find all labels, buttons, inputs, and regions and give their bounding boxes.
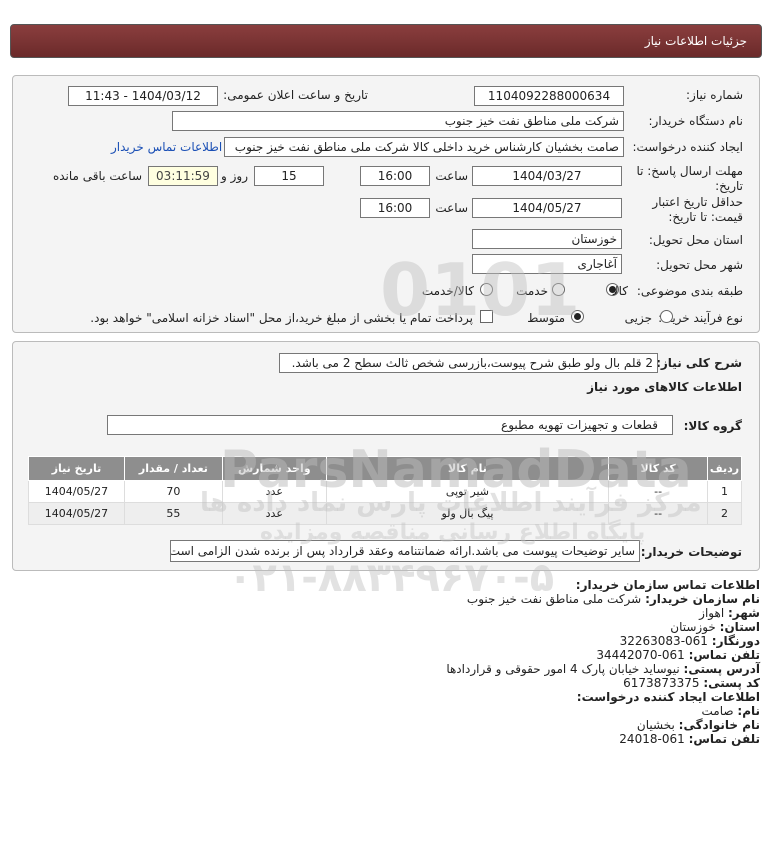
col-unit: واحد شمارش bbox=[221, 456, 327, 481]
category-option-goods: کالا bbox=[611, 284, 628, 298]
validity-date-field: 1404/05/27 bbox=[472, 198, 622, 218]
table-row: 2 -- پیگ بال ولو عدد 55 1404/05/27 bbox=[28, 502, 742, 525]
fax-row: دورنگار: 061-32263083 bbox=[619, 634, 760, 648]
col-qty: تعداد / مقدار bbox=[123, 456, 223, 481]
process-radio-minor[interactable] bbox=[660, 310, 673, 323]
cell-code: -- bbox=[608, 480, 709, 503]
cell-name: شیر توپی bbox=[325, 480, 610, 503]
deadline-label: مهلت ارسال پاسخ: تا تاریخ: bbox=[636, 164, 743, 193]
postal-row: کد پستی: 6173873375 bbox=[623, 676, 760, 690]
cell-row: 1 bbox=[707, 480, 742, 503]
process-radio-medium[interactable] bbox=[571, 310, 584, 323]
items-table-header: ردیف کد کالا نام کالا واحد شمارش تعداد /… bbox=[28, 456, 742, 481]
deadline-days-label: روز و bbox=[221, 169, 248, 183]
payment-treasury-checkbox[interactable] bbox=[480, 310, 493, 323]
cell-date: 1404/05/27 bbox=[28, 502, 125, 525]
cell-code: -- bbox=[608, 502, 709, 525]
cell-unit: عدد bbox=[221, 480, 327, 503]
category-radio-both[interactable] bbox=[480, 283, 493, 296]
address-row: آدرس پستی: نیوساید خیابان پارک 4 امور حق… bbox=[446, 662, 760, 676]
delivery-city-field: آغاجاری bbox=[472, 254, 622, 274]
creator-phone-row: تلفن تماس: 061-24018 bbox=[619, 732, 760, 746]
category-option-service: خدمت bbox=[516, 284, 548, 298]
deadline-time-label: ساعت bbox=[435, 169, 468, 183]
creator-label: ایجاد کننده درخواست: bbox=[632, 140, 743, 154]
goods-group-field: قطعات و تجهیزات تهویه مطبوع bbox=[107, 415, 673, 435]
items-table: ردیف کد کالا نام کالا واحد شمارش تعداد /… bbox=[28, 456, 742, 525]
creator-contact-heading: اطلاعات ایجاد کننده درخواست: bbox=[576, 690, 760, 704]
remaining-time-field: 03:11:59 bbox=[148, 166, 218, 186]
buyer-notes-field: سایر توضیحات پیوست می باشد.ارائه ضمانتنا… bbox=[170, 540, 640, 562]
phone-row: تلفن تماس: 061-34442070 bbox=[596, 648, 760, 662]
goods-info-title: اطلاعات کالاهای مورد نیاز bbox=[587, 380, 742, 394]
page-header: جزئیات اطلاعات نیاز bbox=[10, 24, 762, 58]
contact-section: اطلاعات تماس سازمان خریدار: نام سازمان خ… bbox=[20, 578, 760, 746]
announce-field: 1404/03/12 - 11:43 bbox=[68, 86, 218, 106]
cell-qty: 55 bbox=[123, 502, 223, 525]
col-date: تاریخ نیاز bbox=[28, 456, 125, 481]
org-contact-heading: اطلاعات تماس سازمان خریدار: bbox=[575, 578, 760, 592]
province-row: استان: خوزستان bbox=[670, 620, 760, 634]
announce-label: تاریخ و ساعت اعلان عمومی: bbox=[223, 88, 368, 102]
description-field: 2 قلم بال ولو طبق شرح پیوست،بازرسی شخص ث… bbox=[279, 353, 658, 373]
validity-time-label: ساعت bbox=[435, 201, 468, 215]
category-label: طبقه بندی موضوعی: bbox=[636, 284, 743, 298]
creator-field: صامت بخشیان کارشناس خرید داخلی کالا شرکت… bbox=[224, 137, 624, 157]
col-row: ردیف bbox=[707, 456, 742, 481]
cell-name: پیگ بال ولو bbox=[325, 502, 610, 525]
validity-label: حداقل تاریخ اعتبار قیمت: تا تاریخ: bbox=[652, 195, 743, 224]
deadline-days-field: 15 bbox=[254, 166, 324, 186]
table-row: 1 -- شیر توپی عدد 70 1404/05/27 bbox=[28, 480, 742, 503]
delivery-province-label: استان محل تحویل: bbox=[648, 233, 743, 247]
cell-row: 2 bbox=[707, 502, 742, 525]
need-number-field: 1104092288000634 bbox=[474, 86, 624, 106]
cell-date: 1404/05/27 bbox=[28, 480, 125, 503]
last-name-row: نام خانوادگی: بخشیان bbox=[636, 718, 760, 732]
delivery-province-field: خوزستان bbox=[472, 229, 622, 249]
first-name-row: نام: صامت bbox=[701, 704, 761, 718]
deadline-time-field: 16:00 bbox=[360, 166, 430, 186]
category-radio-service[interactable] bbox=[552, 283, 565, 296]
buyer-org-field: شرکت ملی مناطق نفت خیز جنوب bbox=[172, 111, 624, 131]
category-option-both: کالا/خدمت bbox=[421, 284, 474, 298]
col-name: نام کالا bbox=[325, 456, 610, 481]
deadline-date-field: 1404/03/27 bbox=[472, 166, 622, 186]
process-option-medium: متوسط bbox=[527, 311, 565, 325]
cell-unit: عدد bbox=[221, 502, 327, 525]
process-option-minor: جزیی bbox=[624, 311, 652, 325]
validity-time-field: 16:00 bbox=[360, 198, 430, 218]
payment-treasury-note: پرداخت تمام یا بخشی از مبلغ خرید،از محل … bbox=[90, 311, 473, 325]
col-code: کد کالا bbox=[608, 456, 709, 481]
page-title: جزئیات اطلاعات نیاز bbox=[644, 34, 747, 48]
remaining-time-label: ساعت باقی مانده bbox=[52, 169, 142, 183]
buyer-notes-label: توضیحات خریدار: bbox=[640, 545, 742, 559]
buyer-org-label: نام دستگاه خریدار: bbox=[648, 114, 744, 128]
city-row: شهر: اهواز bbox=[699, 606, 760, 620]
delivery-city-label: شهر محل تحویل: bbox=[656, 258, 743, 272]
cell-qty: 70 bbox=[123, 480, 223, 503]
description-label: شرح کلی نیاز: bbox=[656, 356, 742, 370]
buyer-name-row: نام سازمان خریدار: شرکت ملی مناطق نفت خی… bbox=[466, 592, 760, 606]
buyer-contact-link[interactable]: اطلاعات تماس خریدار bbox=[111, 140, 222, 154]
goods-group-label: گروه کالا: bbox=[683, 419, 742, 433]
need-number-label: شماره نیاز: bbox=[686, 88, 743, 102]
